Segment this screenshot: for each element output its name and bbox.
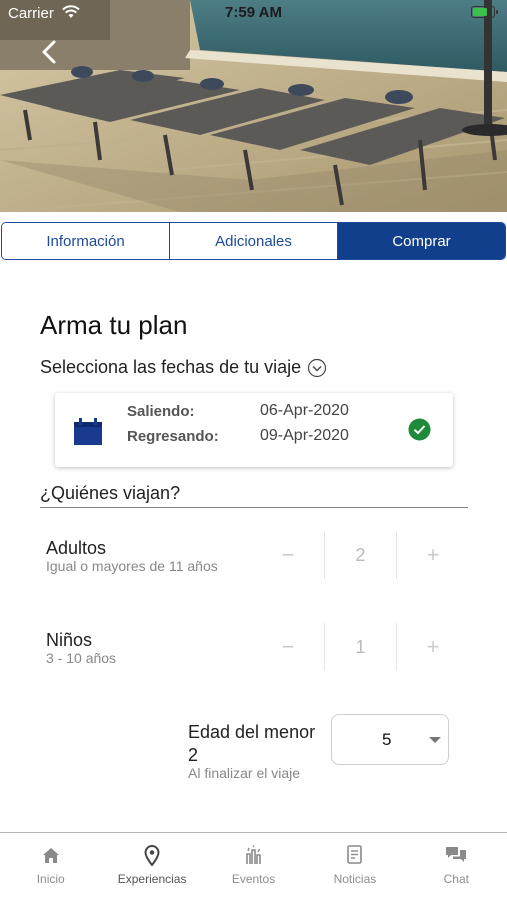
map-pin-icon — [144, 844, 160, 866]
nav-noticias-label: Noticias — [333, 872, 377, 886]
adults-label: Adultos — [46, 538, 107, 558]
pool-deck-photo — [0, 0, 507, 212]
tab-informacion[interactable]: Información — [2, 223, 170, 259]
status-time: 7:59 AM — [225, 4, 282, 21]
adults-stepper: − 2 + — [252, 531, 469, 579]
tab-comprar[interactable]: Comprar — [338, 223, 505, 259]
check-circle-icon — [408, 418, 431, 441]
nav-chat-label: Chat — [443, 872, 469, 886]
adults-count: 2 — [324, 531, 397, 579]
bottom-navigation: Inicio Experiencias Eventos Noticias Cha… — [0, 832, 507, 900]
caret-down-icon — [429, 737, 441, 743]
children-stepper: − 1 + — [252, 623, 469, 671]
back-button[interactable] — [34, 36, 66, 68]
page-title: Arma tu plan — [40, 310, 188, 340]
nav-eventos-label: Eventos — [231, 872, 276, 886]
travelers-heading: ¿Quiénes viajan? — [40, 483, 468, 508]
adults-description: Igual o mayores de 11 años — [46, 558, 218, 574]
battery-icon — [471, 6, 498, 18]
nav-noticias[interactable]: Noticias — [304, 833, 405, 900]
departing-date: 06-Apr-2020 — [260, 402, 349, 419]
home-icon — [42, 847, 59, 863]
child-age-select[interactable]: 5 — [331, 714, 449, 765]
nav-inicio-label: Inicio — [36, 872, 65, 886]
nav-experiencias[interactable]: Experiencias — [101, 833, 202, 900]
adults-increment-button[interactable]: + — [397, 531, 469, 579]
chevron-left-icon — [42, 40, 56, 64]
children-increment-button[interactable]: + — [397, 623, 469, 671]
tab-adicionales[interactable]: Adicionales — [170, 223, 338, 259]
child-age-value: 5 — [382, 730, 392, 749]
nav-experiencias-label: Experiencias — [117, 872, 187, 886]
news-icon — [347, 845, 362, 864]
tab-bar: Información Adicionales Comprar — [1, 222, 506, 260]
calendar-icon — [74, 418, 102, 445]
child-age-label: Edad del menor 2 — [188, 722, 316, 765]
returning-date: 09-Apr-2020 — [260, 427, 349, 444]
app-screen: Carrier 7:59 AM Información Adicionales … — [0, 0, 507, 900]
nav-chat[interactable]: Chat — [406, 833, 507, 900]
children-label: Niños — [46, 630, 93, 650]
children-decrement-button[interactable]: − — [252, 623, 324, 671]
chat-icon — [446, 847, 467, 862]
dates-prompt[interactable]: Selecciona las fechas de tu viaje — [40, 357, 327, 378]
chevron-down-circle-icon — [308, 358, 327, 377]
nav-eventos[interactable]: Eventos — [203, 833, 304, 900]
status-bar: Carrier 7:59 AM — [0, 0, 507, 26]
child-age-note: Al finalizar el viaje — [188, 765, 301, 781]
travel-dates-card[interactable]: Saliendo: 06-Apr-2020 Regresando: 09-Apr… — [55, 393, 453, 467]
adults-decrement-button[interactable]: − — [252, 531, 324, 579]
hero-image: Carrier 7:59 AM — [0, 0, 507, 212]
departing-label: Saliendo: — [127, 403, 195, 420]
dates-prompt-label: Selecciona las fechas de tu viaje — [40, 357, 302, 377]
children-description: 3 - 10 años — [46, 650, 117, 666]
events-icon — [245, 845, 261, 864]
nav-inicio[interactable]: Inicio — [0, 833, 101, 900]
children-count: 1 — [324, 623, 397, 671]
returning-label: Regresando: — [127, 428, 219, 445]
